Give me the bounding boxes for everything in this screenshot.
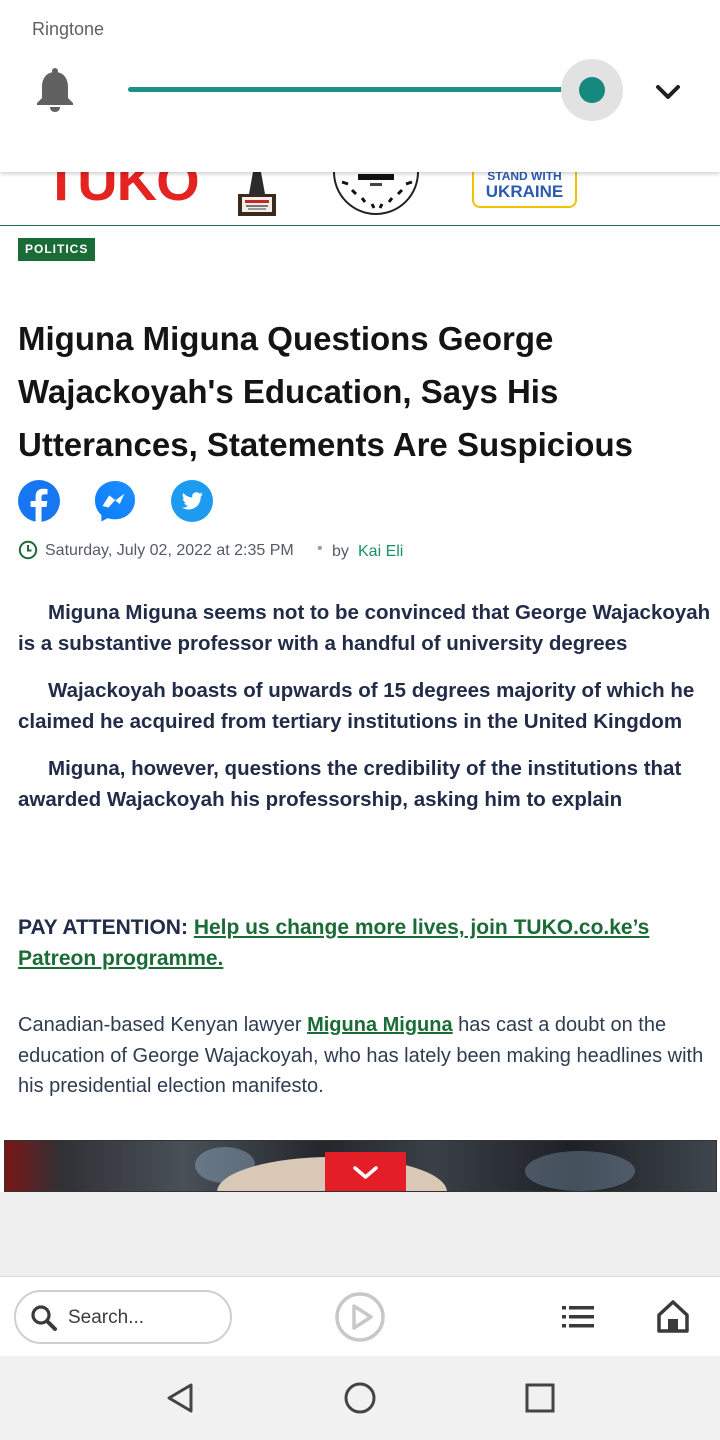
- volume-panel: Ringtone: [0, 0, 720, 172]
- play-icon[interactable]: [334, 1291, 386, 1343]
- volume-slider-thumb[interactable]: [579, 77, 605, 103]
- search-input[interactable]: [68, 1304, 218, 1332]
- meta-separator: •: [317, 540, 323, 557]
- messenger-icon[interactable]: [94, 480, 136, 522]
- recents-icon[interactable]: [522, 1380, 558, 1416]
- clock-icon: [18, 540, 38, 560]
- search-icon[interactable]: [30, 1304, 58, 1332]
- key-point-item: Miguna Miguna seems not to be convinced …: [0, 598, 718, 659]
- pay-attention-callout: PAY ATTENTION: Help us change more lives…: [18, 912, 708, 974]
- author-link[interactable]: Kai Eli: [358, 543, 403, 561]
- key-point-item: Miguna, however, questions the credibili…: [0, 754, 718, 815]
- paragraph-text-start: Canadian-based Kenyan lawyer: [18, 1014, 308, 1036]
- site-bottom-bar: [0, 1276, 720, 1356]
- volume-stream-label: Ringtone: [32, 19, 105, 39]
- bell-icon[interactable]: [34, 68, 76, 114]
- trophy-award-icon: [236, 172, 278, 218]
- twitter-icon[interactable]: [171, 480, 213, 522]
- ad-banner[interactable]: [4, 1140, 717, 1192]
- home-circle-icon[interactable]: [342, 1380, 378, 1416]
- system-navigation-bar: [0, 1356, 720, 1440]
- key-point-item: Wajackoyah boasts of upwards of 15 degre…: [0, 676, 718, 737]
- article-paragraph: Canadian-based Kenyan lawyer Miguna Migu…: [18, 1010, 712, 1102]
- volume-slider-track[interactable]: [128, 87, 592, 92]
- ad-collapse-button[interactable]: [325, 1152, 406, 1191]
- back-icon[interactable]: [162, 1380, 198, 1416]
- site-logo[interactable]: TUKO: [44, 172, 200, 213]
- digital-tech-awards-badge: [328, 172, 424, 218]
- key-points-list: Miguna Miguna seems not to be convinced …: [0, 598, 718, 832]
- ukraine-badge-line2: UKRAINE: [485, 182, 564, 201]
- pay-attention-label: PAY ATTENTION:: [18, 916, 188, 939]
- chevron-down-icon[interactable]: [648, 72, 688, 112]
- share-row: [18, 480, 238, 522]
- stand-with-ukraine-badge[interactable]: STAND WITH UKRAINE: [472, 172, 577, 208]
- site-header: TUKO STAND WITH UKRAINE: [0, 172, 720, 226]
- miguna-miguna-link[interactable]: Miguna Miguna: [307, 1014, 453, 1036]
- category-badge[interactable]: POLITICS: [18, 238, 96, 261]
- list-icon[interactable]: [560, 1302, 596, 1332]
- facebook-icon[interactable]: [18, 480, 60, 522]
- ad-image-highlight: [525, 1151, 635, 1191]
- ad-placeholder-area: [0, 1192, 720, 1276]
- home-icon[interactable]: [655, 1298, 691, 1334]
- by-label: by: [332, 543, 349, 560]
- search-box[interactable]: [14, 1290, 232, 1344]
- article-headline: Miguna Miguna Questions George Wajackoya…: [18, 320, 633, 463]
- publish-date: Saturday, July 02, 2022 at 2:35 PM: [45, 542, 294, 559]
